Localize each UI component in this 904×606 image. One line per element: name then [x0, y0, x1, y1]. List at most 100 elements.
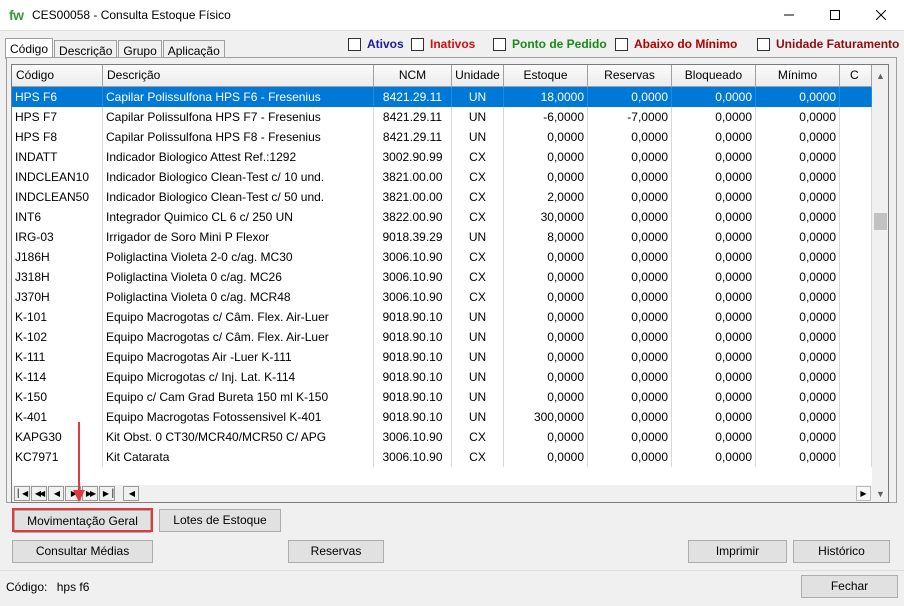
table-row[interactable]: J370H Poliglactina Violeta 0 c/ag. MCR48 3… — [12, 287, 872, 307]
table-row[interactable]: HPS F7 Capilar Polissulfona HPS F7 - Fres… — [12, 107, 872, 127]
cell-minimo: 0,0000 — [756, 387, 840, 407]
grid-rows: HPS F6 Capilar Polissulfona HPS F6 - Fres… — [12, 87, 872, 467]
table-row[interactable]: KC7971 Kit Catarata 3006.10.90 CX 0,0000 0,00… — [12, 447, 872, 467]
cell-c — [840, 87, 872, 107]
last-record-icon[interactable]: ▶▕ — [99, 486, 115, 501]
table-row[interactable]: K-401 Equipo Macrogotas Fotossensivel K-4… — [12, 407, 872, 427]
cell-descricao: Capilar Polissulfona HPS F6 - Fresenius — [103, 87, 374, 107]
cell-minimo: 0,0000 — [756, 367, 840, 387]
consultar-medias-button[interactable]: Consultar Médias — [12, 540, 153, 563]
table-row[interactable]: INT6 Integrador Quimico CL 6 c/ 250 UN 382… — [12, 207, 872, 227]
col-header-unidade[interactable]: Unidade — [452, 65, 504, 87]
scroll-up-icon[interactable]: ▲ — [872, 67, 888, 84]
cell-c — [840, 327, 872, 347]
table-row[interactable]: HPS F6 Capilar Polissulfona HPS F6 - Fres… — [12, 87, 872, 107]
filter-ativos-checkbox[interactable] — [348, 37, 361, 51]
cell-codigo: K-111 — [12, 347, 103, 367]
minimize-icon — [784, 14, 794, 16]
cell-unidade: CX — [452, 147, 504, 167]
scroll-down-icon[interactable]: ▼ — [872, 485, 888, 502]
filter-ponto-pedido-checkbox[interactable] — [493, 37, 506, 51]
table-row[interactable]: INDCLEAN50 Indicador Biologico Clean-Test… — [12, 187, 872, 207]
cell-codigo: KAPG30 — [12, 427, 103, 447]
cell-codigo: INT6 — [12, 207, 103, 227]
cell-descricao: Capilar Polissulfona HPS F8 - Fresenius — [103, 127, 374, 147]
status-separator — [0, 570, 904, 571]
table-row[interactable]: INDATT Indicador Biologico Attest Ref.:12… — [12, 147, 872, 167]
table-row[interactable]: KAPG30 Kit Obst. 0 CT30/MCR40/MCR50 C/ AP… — [12, 427, 872, 447]
cell-reservas: 0,0000 — [588, 407, 672, 427]
cell-estoque: 8,0000 — [504, 227, 588, 247]
table-row[interactable]: K-150 Equipo c/ Cam Grad Bureta 150 ml K-… — [12, 387, 872, 407]
col-header-bloqueado[interactable]: Bloqueado — [672, 65, 756, 87]
cell-minimo: 0,0000 — [756, 207, 840, 227]
table-row[interactable]: IRG-03 Irrigador de Soro Mini P Flexor 901… — [12, 227, 872, 247]
cell-codigo: IRG-03 — [12, 227, 103, 247]
reservas-button[interactable]: Reservas — [288, 540, 384, 563]
table-row[interactable]: INDCLEAN10 Indicador Biologico Clean-Test… — [12, 167, 872, 187]
table-row[interactable]: K-101 Equipo Macrogotas c/ Câm. Flex. Air… — [12, 307, 872, 327]
cell-reservas: 0,0000 — [588, 167, 672, 187]
filter-ativos[interactable]: Ativos — [348, 37, 404, 51]
status-label: Código: — [6, 580, 48, 594]
scroll-right-icon[interactable]: ▶ — [856, 486, 871, 501]
cell-estoque: 0,0000 — [504, 367, 588, 387]
cell-codigo: K-102 — [12, 327, 103, 347]
cell-unidade: CX — [452, 287, 504, 307]
filter-inativos-checkbox[interactable] — [411, 37, 424, 51]
maximize-button[interactable] — [812, 0, 858, 30]
cell-unidade: UN — [452, 387, 504, 407]
col-header-minimo[interactable]: Mínimo — [756, 65, 840, 87]
table-row[interactable]: K-114 Equipo Microgotas c/ Inj. Lat. K-11… — [12, 367, 872, 387]
cell-ncm: 3006.10.90 — [374, 447, 452, 467]
cell-descricao: Equipo Macrogotas Fotossensivel K-401 — [103, 407, 374, 427]
cell-unidade: CX — [452, 207, 504, 227]
cell-descricao: Integrador Quimico CL 6 c/ 250 UN — [103, 207, 374, 227]
col-header-ncm[interactable]: NCM — [374, 65, 452, 87]
col-header-c[interactable]: C — [840, 65, 872, 87]
cell-bloqueado: 0,0000 — [672, 407, 756, 427]
window-title: CES00058 - Consulta Estoque Físico — [32, 8, 231, 22]
vertical-scrollbar[interactable]: ▲ — [872, 65, 888, 485]
status-bar: Código: hps f6 — [6, 580, 89, 594]
lotes-estoque-button[interactable]: Lotes de Estoque — [159, 509, 281, 532]
filter-abaixo-minimo-checkbox[interactable] — [615, 37, 628, 51]
table-row[interactable]: K-102 Equipo Macrogotas c/ Câm. Flex. Air… — [12, 327, 872, 347]
table-row[interactable]: K-111 Equipo Macrogotas Air -Luer K-111 90… — [12, 347, 872, 367]
stock-grid[interactable]: Código Descrição NCM Unidade Estoque Res… — [11, 64, 889, 503]
col-header-codigo[interactable]: Código — [12, 65, 103, 87]
cell-ncm: 3006.10.90 — [374, 287, 452, 307]
col-header-descricao[interactable]: Descrição — [103, 65, 374, 87]
prev-record-icon[interactable]: ◀ — [48, 486, 64, 501]
filter-inativos[interactable]: Inativos — [411, 37, 475, 51]
first-record-icon[interactable]: ▏◀ — [14, 486, 30, 501]
cell-minimo: 0,0000 — [756, 127, 840, 147]
fechar-button[interactable]: Fechar — [801, 575, 898, 598]
horizontal-scrollbar[interactable]: ▶ — [158, 486, 872, 501]
historico-button[interactable]: Histórico — [793, 540, 890, 563]
col-header-estoque[interactable]: Estoque — [504, 65, 588, 87]
scroll-left-icon[interactable]: ◀ — [123, 486, 139, 501]
col-header-reservas[interactable]: Reservas — [588, 65, 672, 87]
filter-ponto-pedido[interactable]: Ponto de Pedido — [493, 37, 607, 51]
table-row[interactable]: HPS F8 Capilar Polissulfona HPS F8 - Fres… — [12, 127, 872, 147]
prev-page-icon[interactable]: ◀◀ — [31, 486, 47, 501]
cell-descricao: Kit Obst. 0 CT30/MCR40/MCR50 C/ APG — [103, 427, 374, 447]
cell-codigo: INDCLEAN10 — [12, 167, 103, 187]
cell-c — [840, 107, 872, 127]
cell-unidade: UN — [452, 307, 504, 327]
filter-unidade-faturamento[interactable]: Unidade Faturamento — [757, 37, 899, 51]
cell-ncm: 3002.90.99 — [374, 147, 452, 167]
tab-codigo[interactable]: Código — [5, 38, 54, 59]
cell-c — [840, 347, 872, 367]
vertical-scroll-thumb[interactable] — [874, 213, 887, 230]
close-button[interactable] — [858, 0, 904, 30]
table-row[interactable]: J186H Poliglactina Violeta 2-0 c/ag. MC30… — [12, 247, 872, 267]
cell-unidade: UN — [452, 127, 504, 147]
filter-abaixo-minimo[interactable]: Abaixo do Mínimo — [615, 37, 737, 51]
table-row[interactable]: J318H Poliglactina Violeta 0 c/ag. MC26 30… — [12, 267, 872, 287]
cell-descricao: Poliglactina Violeta 0 c/ag. MC26 — [103, 267, 374, 287]
minimize-button[interactable] — [766, 0, 812, 30]
filter-unidade-faturamento-checkbox[interactable] — [757, 37, 770, 51]
imprimir-button[interactable]: Imprimir — [688, 540, 787, 563]
